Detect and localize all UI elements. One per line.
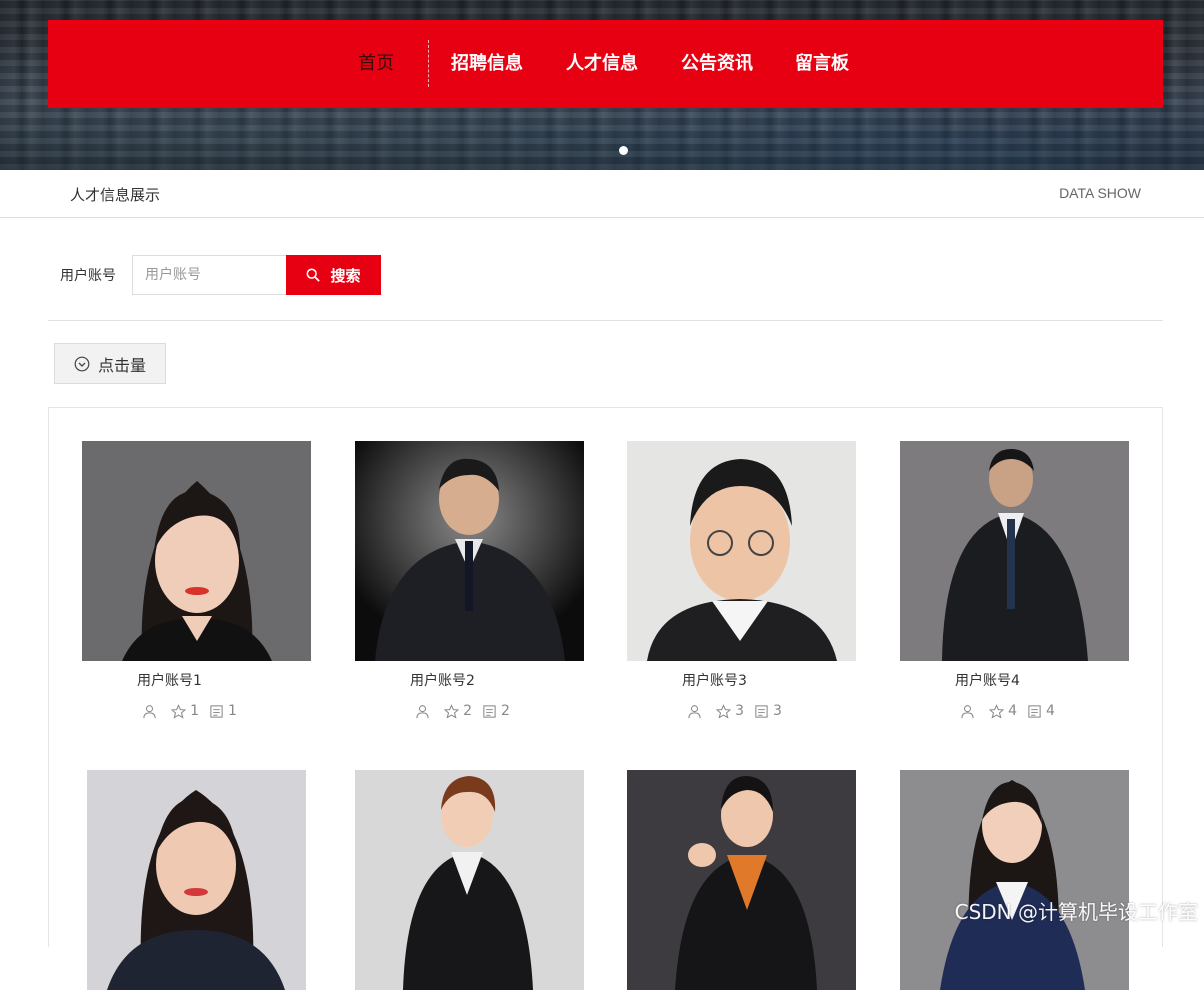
star-icon bbox=[716, 704, 731, 719]
search-icon bbox=[306, 268, 320, 282]
section-subtitle: DATA SHOW bbox=[1059, 185, 1141, 201]
like-count: 3 bbox=[735, 703, 744, 719]
talent-name: 用户账号2 bbox=[355, 670, 584, 690]
search-label: 用户账号 bbox=[60, 265, 116, 285]
user-icon bbox=[960, 703, 979, 719]
sort-by-clicks-button[interactable]: 点击量 bbox=[54, 343, 166, 384]
nav-item-news[interactable]: 公告资讯 bbox=[681, 20, 753, 108]
like-count: 2 bbox=[463, 703, 472, 719]
user-icon bbox=[687, 703, 706, 719]
talent-card[interactable]: 用户账号2 2 2 bbox=[355, 441, 584, 719]
talent-card[interactable]: 用户账号1 1 1 bbox=[82, 441, 311, 719]
nav-item-home[interactable]: 首页 bbox=[358, 20, 394, 108]
talent-meta: 1 1 bbox=[82, 703, 311, 719]
avatar-photo bbox=[355, 770, 584, 990]
avatar-photo bbox=[900, 441, 1129, 661]
main-nav: 首页 招聘信息 人才信息 公告资讯 留言板 bbox=[48, 20, 1163, 108]
star-icon bbox=[444, 704, 459, 719]
avatar-photo bbox=[627, 770, 856, 990]
user-icon bbox=[142, 703, 161, 719]
view-count: 4 bbox=[1046, 703, 1055, 719]
talent-card[interactable]: 用户账号3 3 3 bbox=[627, 441, 856, 719]
avatar-photo bbox=[355, 441, 584, 661]
talent-card[interactable]: 用户账号4 4 4 bbox=[900, 441, 1129, 719]
talent-meta: 2 2 bbox=[355, 703, 584, 719]
divider bbox=[48, 320, 1163, 321]
talent-meta: 4 4 bbox=[900, 703, 1129, 719]
avatar-photo bbox=[87, 770, 306, 990]
avatar-photo bbox=[900, 770, 1129, 990]
chevron-down-circle-icon bbox=[74, 356, 90, 372]
talent-name: 用户账号1 bbox=[82, 670, 311, 690]
star-icon bbox=[171, 704, 186, 719]
user-icon bbox=[415, 703, 434, 719]
avatar-photo bbox=[627, 441, 856, 661]
view-count: 2 bbox=[501, 703, 510, 719]
like-count: 1 bbox=[190, 703, 199, 719]
views-icon bbox=[754, 704, 769, 719]
talent-card[interactable] bbox=[355, 770, 584, 990]
nav-item-guestbook[interactable]: 留言板 bbox=[795, 20, 849, 108]
talent-card[interactable] bbox=[87, 770, 316, 990]
star-icon bbox=[989, 704, 1004, 719]
section-title-bar: 人才信息展示 DATA SHOW bbox=[0, 170, 1204, 218]
nav-item-talent[interactable]: 人才信息 bbox=[566, 20, 638, 108]
talent-card[interactable] bbox=[627, 770, 856, 990]
view-count: 1 bbox=[228, 703, 237, 719]
view-count: 3 bbox=[773, 703, 782, 719]
sort-label: 点击量 bbox=[98, 352, 146, 376]
search-button-label: 搜索 bbox=[330, 265, 360, 286]
talent-card[interactable] bbox=[900, 770, 1129, 990]
talent-grid: 用户账号1 1 1 用户账号2 2 2 bbox=[48, 407, 1163, 947]
talent-name: 用户账号3 bbox=[627, 670, 856, 690]
hero-banner: 首页 招聘信息 人才信息 公告资讯 留言板 bbox=[0, 0, 1204, 170]
watermark: CSDN @计算机毕设工作室 bbox=[955, 896, 1198, 925]
like-count: 4 bbox=[1008, 703, 1017, 719]
section-title: 人才信息展示 bbox=[70, 184, 160, 205]
search-input[interactable] bbox=[132, 255, 286, 295]
nav-separator bbox=[428, 40, 429, 87]
views-icon bbox=[209, 704, 224, 719]
talent-meta: 3 3 bbox=[627, 703, 856, 719]
avatar-photo bbox=[82, 441, 311, 661]
views-icon bbox=[482, 704, 497, 719]
nav-item-jobs[interactable]: 招聘信息 bbox=[451, 20, 523, 108]
search-button[interactable]: 搜索 bbox=[286, 255, 381, 295]
views-icon bbox=[1027, 704, 1042, 719]
talent-name: 用户账号4 bbox=[900, 670, 1129, 690]
carousel-indicator[interactable] bbox=[619, 146, 628, 155]
